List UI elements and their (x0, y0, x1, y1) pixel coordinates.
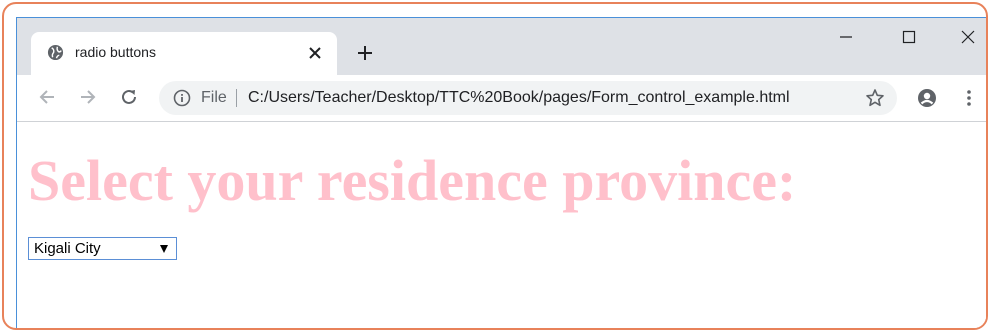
tab-radio-buttons[interactable]: radio buttons (31, 32, 337, 75)
account-icon[interactable] (917, 88, 937, 108)
url-text[interactable]: C:/Users/Teacher/Desktop/TTC%20Book/page… (248, 89, 790, 107)
reload-icon[interactable] (119, 87, 139, 107)
address-divider (236, 89, 237, 107)
dropdown-arrow-icon (160, 245, 168, 253)
province-select-value: Kigali City (34, 240, 101, 257)
new-tab-icon[interactable] (357, 45, 373, 61)
browser-window: radio buttons File C:/Users/Teacher/Desk… (16, 17, 986, 328)
tab-title: radio buttons (75, 44, 156, 60)
maximize-icon[interactable] (902, 30, 916, 44)
address-bar[interactable]: File C:/Users/Teacher/Desktop/TTC%20Book… (159, 81, 897, 115)
menu-kebab-icon[interactable] (959, 88, 979, 108)
browser-toolbar: File C:/Users/Teacher/Desktop/TTC%20Book… (17, 75, 986, 122)
page-content: Select your residence province: Kigali C… (17, 122, 986, 328)
tab-strip: radio buttons (17, 18, 986, 75)
forward-arrow-icon[interactable] (78, 87, 98, 107)
back-arrow-icon[interactable] (37, 87, 57, 107)
screenshot-frame: radio buttons File C:/Users/Teacher/Desk… (2, 2, 988, 330)
tab-close-icon[interactable] (308, 46, 322, 60)
province-select[interactable]: Kigali City (28, 237, 177, 260)
page-heading: Select your residence province: (28, 148, 797, 213)
bookmark-star-icon[interactable] (865, 88, 885, 108)
globe-icon (47, 44, 64, 61)
close-icon[interactable] (961, 30, 975, 44)
scheme-label: File (201, 89, 227, 106)
info-icon[interactable] (173, 89, 191, 107)
minimize-icon[interactable] (839, 30, 853, 44)
